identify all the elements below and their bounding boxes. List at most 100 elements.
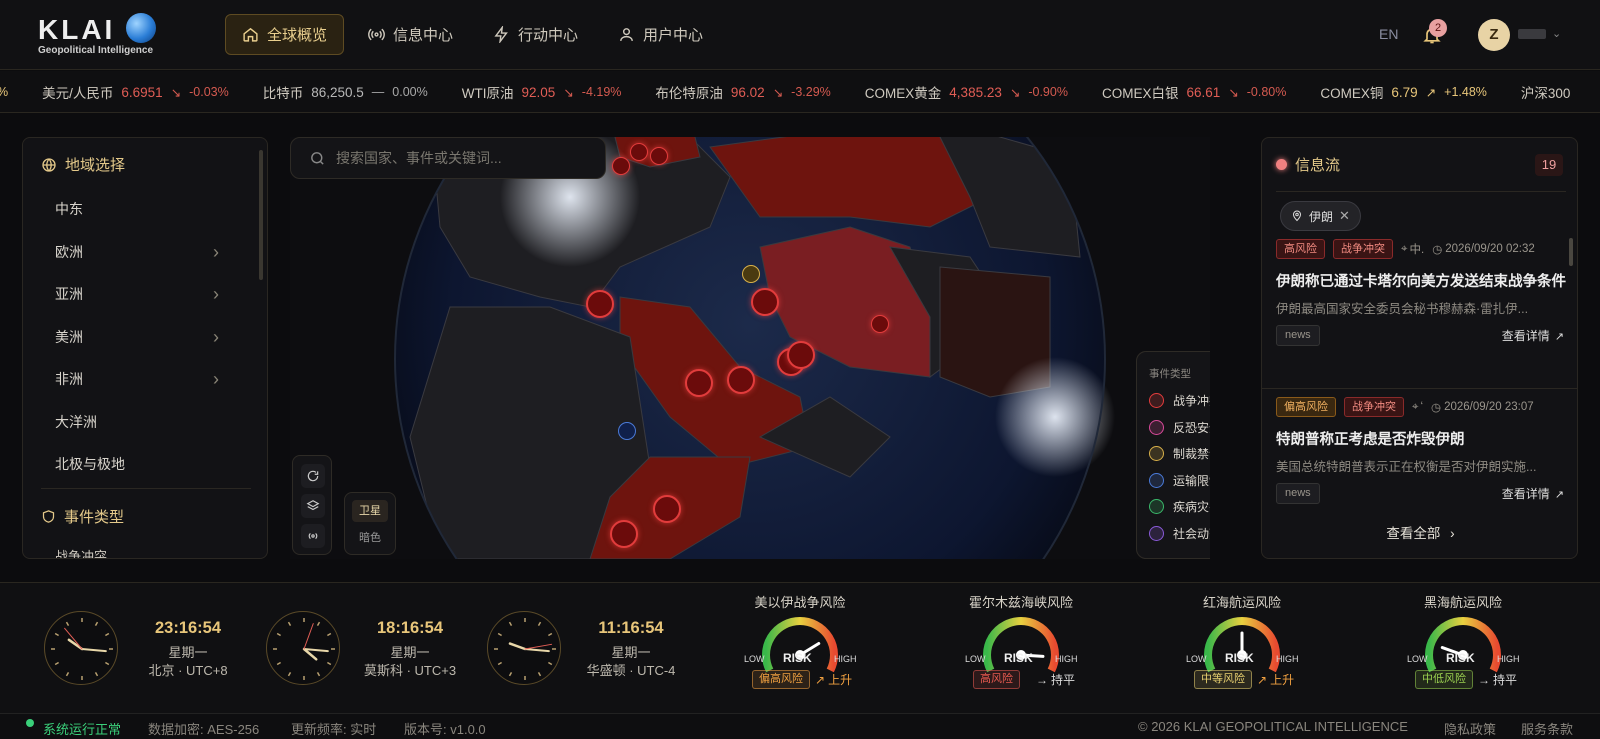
region-label: 中东	[55, 201, 83, 217]
ticker-name: 比特币	[262, 86, 304, 101]
war-event-marker[interactable]	[586, 290, 614, 318]
legend-item[interactable]: 反恐安全	[1149, 419, 1210, 436]
feed-count: 19	[1535, 154, 1563, 176]
ticker-item[interactable]: COMEX黄金 4,385.23 ↘ -0.90%	[865, 82, 1068, 102]
sanction-event-marker[interactable]	[742, 265, 760, 283]
ticker-item[interactable]: 7%	[0, 85, 8, 99]
chevron-down-icon[interactable]: ⌄	[1552, 27, 1561, 40]
legend-label: 运输限制	[1173, 473, 1210, 488]
region-item[interactable]: 北极与极地	[23, 443, 263, 486]
user-name-redacted[interactable]	[1518, 29, 1546, 39]
nav-label: 行动中心	[518, 27, 579, 44]
ticker-item[interactable]: WTI原油 92.05 ↘ -4.19%	[462, 82, 622, 102]
war-event-marker[interactable]	[650, 147, 668, 165]
feed-time: 2026/09/20 02:32	[1445, 243, 1535, 255]
region-item[interactable]: 美洲 ›	[23, 316, 263, 359]
region-item[interactable]: 非洲 ›	[23, 358, 263, 401]
region-item[interactable]: 欧洲 ›	[23, 231, 263, 274]
encryption-info: 数据加密: AES-256	[148, 722, 260, 737]
war-event-marker[interactable]	[653, 495, 681, 523]
event-type-badge: 战争冲突	[1344, 397, 1404, 417]
region-item[interactable]: 大洋洲	[23, 401, 263, 444]
globe-map[interactable]: 搜索国家、事件或关键词... 卫星 暗色 事件类型 战争冲突反恐安全制裁禁令运输…	[290, 137, 1210, 559]
brand-logo[interactable]: KLAI Geopolitical Intelligence	[32, 12, 162, 60]
external-link-icon: ↗	[1554, 331, 1564, 343]
feed-item[interactable]: 偏高风险 战争冲突 ⌖ ‘ ◷ 2026/09/20 23:07 特朗普称正考虑是否炸毁伊朗…	[1276, 396, 1568, 505]
event-type-badge: 战争冲突	[1333, 239, 1393, 259]
nav-info-center[interactable]: 信息中心	[352, 14, 469, 55]
war-event-marker[interactable]	[787, 341, 815, 369]
view-detail-link[interactable]: 查看详情 ↗	[1502, 327, 1564, 344]
war-event-marker[interactable]	[685, 369, 713, 397]
region-item[interactable]: 亚洲 ›	[23, 273, 263, 316]
feed-description: 伊朗最高国家安全委员会秘书穆赫森·雷扎伊...	[1276, 302, 1529, 316]
ticker-item[interactable]: COMEX铜 6.79 ↗ +1.48%	[1320, 82, 1487, 102]
language-toggle[interactable]: EN	[1379, 26, 1398, 42]
gauge-high-label: HIGH	[1276, 654, 1299, 664]
bolt-icon	[494, 26, 508, 43]
scrollbar[interactable]	[1569, 238, 1573, 266]
legend-item[interactable]: 制裁禁令	[1149, 445, 1210, 462]
layer-dark[interactable]: 暗色	[352, 527, 388, 549]
ticker-change: +1.48%	[1444, 85, 1487, 99]
war-event-marker[interactable]	[727, 366, 755, 394]
ticker-item[interactable]: 美元/人民币 6.6951 ↘ -0.03%	[42, 82, 229, 102]
legend-item[interactable]: 疾病灾害	[1149, 498, 1210, 515]
feed-title[interactable]: 伊朗称已通过卡塔尔向美方发送结束战争条件	[1276, 270, 1568, 294]
trend-flat-icon: →	[1036, 673, 1048, 687]
layer-satellite[interactable]: 卫星	[352, 500, 388, 522]
terms-link[interactable]: 服务条款	[1521, 719, 1573, 738]
layers-button[interactable]	[301, 494, 325, 518]
feed-title[interactable]: 特朗普称正考虑是否炸毁伊朗	[1276, 428, 1568, 452]
ticker-item[interactable]: 沪深300	[1521, 82, 1571, 102]
filter-chip[interactable]: 伊朗 ✕	[1280, 201, 1361, 231]
nav-user-center[interactable]: 用户中心	[602, 14, 719, 55]
signal-icon	[368, 28, 385, 41]
view-all-button[interactable]: 查看全部 ›	[1262, 522, 1577, 542]
feed-location: 中.	[1409, 244, 1425, 256]
ticker-item[interactable]: 比特币 86,250.5 — 0.00%	[263, 82, 428, 102]
nav-action-center[interactable]: 行动中心	[477, 14, 594, 55]
ticker-name: 沪深300	[1520, 86, 1571, 101]
search-bar[interactable]: 搜索国家、事件或关键词...	[290, 137, 606, 179]
feed-bottom: news 查看详情 ↗	[1276, 483, 1568, 505]
close-icon[interactable]: ✕	[1339, 208, 1350, 224]
nav-global-overview[interactable]: 全球概览	[225, 14, 345, 55]
war-event-marker[interactable]	[612, 157, 630, 175]
war-event-marker[interactable]	[751, 288, 779, 316]
scrollbar[interactable]	[259, 150, 263, 280]
globe-canvas[interactable]	[290, 137, 1210, 559]
war-event-marker[interactable]	[630, 143, 648, 161]
avatar[interactable]: Z	[1478, 19, 1510, 51]
event-type-first[interactable]: 战争冲突	[55, 546, 107, 558]
region-item[interactable]: 中东	[23, 188, 263, 231]
transport-event-marker[interactable]	[618, 422, 636, 440]
brand-subtitle: Geopolitical Intelligence	[38, 45, 154, 56]
privacy-link[interactable]: 隐私政策	[1444, 719, 1496, 738]
feed-meta: 高风险 战争冲突 ⌖ 中. ◷ 2026/09/20 02:32	[1276, 238, 1568, 260]
chevron-right-icon: ›	[1450, 526, 1455, 541]
view-detail-link[interactable]: 查看详情 ↗	[1502, 485, 1564, 502]
feed-time: 2026/09/20 23:07	[1444, 401, 1534, 413]
ticker-item[interactable]: COMEX白银 66.61 ↘ -0.80%	[1102, 82, 1286, 102]
ticker-item[interactable]: 布伦特原油 96.02 ↘ -3.29%	[655, 82, 830, 102]
trend-up-icon: ↗	[815, 673, 826, 687]
trend-down-icon: ↘	[563, 85, 574, 100]
trend-label: 持平	[1051, 673, 1076, 687]
war-event-marker[interactable]	[610, 520, 638, 548]
refresh-button[interactable]	[301, 464, 325, 488]
feed-item[interactable]: 高风险 战争冲突 ⌖ 中. ◷ 2026/09/20 02:32 伊朗称已通过卡塔尔向美方发…	[1276, 238, 1568, 347]
nav-label: 信息中心	[393, 27, 454, 44]
event-type-title: 事件类型	[41, 506, 124, 527]
gauge-risk-label: RISK	[1004, 651, 1033, 665]
legend-item[interactable]: 运输限制	[1149, 472, 1210, 489]
trend-indicator: ↗ 上升	[1257, 671, 1294, 688]
legend-item[interactable]: 社会动荡	[1149, 525, 1210, 542]
legend-item[interactable]: 战争冲突	[1149, 392, 1210, 409]
trend-down-icon: ↘	[170, 85, 182, 100]
broadcast-button[interactable]	[301, 524, 325, 548]
nav-label: 用户中心	[643, 27, 704, 44]
search-input[interactable]: 搜索国家、事件或关键词...	[336, 148, 502, 168]
war-event-marker[interactable]	[871, 315, 889, 333]
region-list: 中东欧洲 › 亚洲 › 美洲 › 非洲 › 大洋洲 北极与极地	[23, 188, 263, 486]
